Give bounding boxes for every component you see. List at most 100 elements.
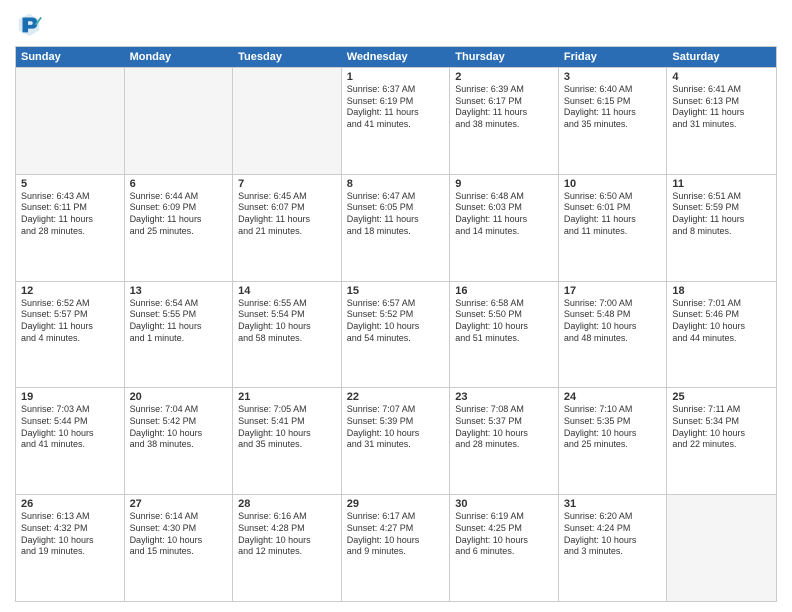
calendar-body: 1Sunrise: 6:37 AM Sunset: 6:19 PM Daylig…: [16, 67, 776, 601]
day-cell: [125, 68, 234, 174]
day-number: 4: [672, 71, 771, 83]
day-cell: 31Sunrise: 6:20 AM Sunset: 4:24 PM Dayli…: [559, 495, 668, 601]
day-info: Sunrise: 6:55 AM Sunset: 5:54 PM Dayligh…: [238, 298, 336, 345]
day-number: 21: [238, 391, 336, 403]
day-info: Sunrise: 6:44 AM Sunset: 6:09 PM Dayligh…: [130, 191, 228, 238]
day-cell: 30Sunrise: 6:19 AM Sunset: 4:25 PM Dayli…: [450, 495, 559, 601]
day-info: Sunrise: 6:39 AM Sunset: 6:17 PM Dayligh…: [455, 84, 553, 131]
day-number: 10: [564, 178, 662, 190]
logo: [15, 10, 47, 38]
day-info: Sunrise: 6:43 AM Sunset: 6:11 PM Dayligh…: [21, 191, 119, 238]
day-number: 9: [455, 178, 553, 190]
day-info: Sunrise: 7:10 AM Sunset: 5:35 PM Dayligh…: [564, 404, 662, 451]
calendar: SundayMondayTuesdayWednesdayThursdayFrid…: [15, 46, 777, 602]
day-info: Sunrise: 6:37 AM Sunset: 6:19 PM Dayligh…: [347, 84, 445, 131]
week-row-4: 19Sunrise: 7:03 AM Sunset: 5:44 PM Dayli…: [16, 387, 776, 494]
day-cell: 24Sunrise: 7:10 AM Sunset: 5:35 PM Dayli…: [559, 388, 668, 494]
day-number: 2: [455, 71, 553, 83]
day-cell: 27Sunrise: 6:14 AM Sunset: 4:30 PM Dayli…: [125, 495, 234, 601]
header: [15, 10, 777, 38]
day-cell: 18Sunrise: 7:01 AM Sunset: 5:46 PM Dayli…: [667, 282, 776, 388]
day-number: 7: [238, 178, 336, 190]
day-number: 18: [672, 285, 771, 297]
day-header-monday: Monday: [125, 47, 234, 67]
day-info: Sunrise: 6:52 AM Sunset: 5:57 PM Dayligh…: [21, 298, 119, 345]
day-number: 16: [455, 285, 553, 297]
day-number: 19: [21, 391, 119, 403]
day-cell: 10Sunrise: 6:50 AM Sunset: 6:01 PM Dayli…: [559, 175, 668, 281]
week-row-3: 12Sunrise: 6:52 AM Sunset: 5:57 PM Dayli…: [16, 281, 776, 388]
day-number: 17: [564, 285, 662, 297]
day-info: Sunrise: 7:07 AM Sunset: 5:39 PM Dayligh…: [347, 404, 445, 451]
day-info: Sunrise: 6:57 AM Sunset: 5:52 PM Dayligh…: [347, 298, 445, 345]
day-cell: 11Sunrise: 6:51 AM Sunset: 5:59 PM Dayli…: [667, 175, 776, 281]
day-header-thursday: Thursday: [450, 47, 559, 67]
day-info: Sunrise: 6:20 AM Sunset: 4:24 PM Dayligh…: [564, 511, 662, 558]
day-header-sunday: Sunday: [16, 47, 125, 67]
day-number: 27: [130, 498, 228, 510]
day-number: 22: [347, 391, 445, 403]
day-number: 24: [564, 391, 662, 403]
day-cell: 3Sunrise: 6:40 AM Sunset: 6:15 PM Daylig…: [559, 68, 668, 174]
day-cell: 19Sunrise: 7:03 AM Sunset: 5:44 PM Dayli…: [16, 388, 125, 494]
day-cell: [233, 68, 342, 174]
day-number: 28: [238, 498, 336, 510]
day-header-saturday: Saturday: [667, 47, 776, 67]
day-cell: 9Sunrise: 6:48 AM Sunset: 6:03 PM Daylig…: [450, 175, 559, 281]
day-info: Sunrise: 6:45 AM Sunset: 6:07 PM Dayligh…: [238, 191, 336, 238]
day-cell: 4Sunrise: 6:41 AM Sunset: 6:13 PM Daylig…: [667, 68, 776, 174]
day-number: 12: [21, 285, 119, 297]
page: SundayMondayTuesdayWednesdayThursdayFrid…: [0, 0, 792, 612]
day-number: 6: [130, 178, 228, 190]
day-info: Sunrise: 6:13 AM Sunset: 4:32 PM Dayligh…: [21, 511, 119, 558]
day-info: Sunrise: 6:16 AM Sunset: 4:28 PM Dayligh…: [238, 511, 336, 558]
day-info: Sunrise: 6:47 AM Sunset: 6:05 PM Dayligh…: [347, 191, 445, 238]
day-number: 26: [21, 498, 119, 510]
day-info: Sunrise: 7:05 AM Sunset: 5:41 PM Dayligh…: [238, 404, 336, 451]
day-number: 1: [347, 71, 445, 83]
logo-icon: [15, 10, 43, 38]
day-cell: 28Sunrise: 6:16 AM Sunset: 4:28 PM Dayli…: [233, 495, 342, 601]
day-number: 29: [347, 498, 445, 510]
day-info: Sunrise: 7:00 AM Sunset: 5:48 PM Dayligh…: [564, 298, 662, 345]
week-row-1: 1Sunrise: 6:37 AM Sunset: 6:19 PM Daylig…: [16, 67, 776, 174]
day-number: 13: [130, 285, 228, 297]
day-cell: [667, 495, 776, 601]
day-number: 3: [564, 71, 662, 83]
day-cell: 13Sunrise: 6:54 AM Sunset: 5:55 PM Dayli…: [125, 282, 234, 388]
day-number: 23: [455, 391, 553, 403]
day-info: Sunrise: 6:40 AM Sunset: 6:15 PM Dayligh…: [564, 84, 662, 131]
day-header-wednesday: Wednesday: [342, 47, 451, 67]
day-number: 15: [347, 285, 445, 297]
day-cell: 20Sunrise: 7:04 AM Sunset: 5:42 PM Dayli…: [125, 388, 234, 494]
day-cell: [16, 68, 125, 174]
day-cell: 29Sunrise: 6:17 AM Sunset: 4:27 PM Dayli…: [342, 495, 451, 601]
day-cell: 25Sunrise: 7:11 AM Sunset: 5:34 PM Dayli…: [667, 388, 776, 494]
day-cell: 22Sunrise: 7:07 AM Sunset: 5:39 PM Dayli…: [342, 388, 451, 494]
day-info: Sunrise: 6:54 AM Sunset: 5:55 PM Dayligh…: [130, 298, 228, 345]
day-cell: 2Sunrise: 6:39 AM Sunset: 6:17 PM Daylig…: [450, 68, 559, 174]
day-cell: 6Sunrise: 6:44 AM Sunset: 6:09 PM Daylig…: [125, 175, 234, 281]
day-number: 8: [347, 178, 445, 190]
day-number: 11: [672, 178, 771, 190]
day-cell: 5Sunrise: 6:43 AM Sunset: 6:11 PM Daylig…: [16, 175, 125, 281]
day-info: Sunrise: 7:01 AM Sunset: 5:46 PM Dayligh…: [672, 298, 771, 345]
day-cell: 26Sunrise: 6:13 AM Sunset: 4:32 PM Dayli…: [16, 495, 125, 601]
day-cell: 1Sunrise: 6:37 AM Sunset: 6:19 PM Daylig…: [342, 68, 451, 174]
day-cell: 8Sunrise: 6:47 AM Sunset: 6:05 PM Daylig…: [342, 175, 451, 281]
day-info: Sunrise: 6:17 AM Sunset: 4:27 PM Dayligh…: [347, 511, 445, 558]
week-row-2: 5Sunrise: 6:43 AM Sunset: 6:11 PM Daylig…: [16, 174, 776, 281]
day-info: Sunrise: 6:48 AM Sunset: 6:03 PM Dayligh…: [455, 191, 553, 238]
day-cell: 16Sunrise: 6:58 AM Sunset: 5:50 PM Dayli…: [450, 282, 559, 388]
day-number: 5: [21, 178, 119, 190]
day-cell: 21Sunrise: 7:05 AM Sunset: 5:41 PM Dayli…: [233, 388, 342, 494]
day-number: 25: [672, 391, 771, 403]
day-info: Sunrise: 7:08 AM Sunset: 5:37 PM Dayligh…: [455, 404, 553, 451]
day-cell: 23Sunrise: 7:08 AM Sunset: 5:37 PM Dayli…: [450, 388, 559, 494]
day-info: Sunrise: 7:11 AM Sunset: 5:34 PM Dayligh…: [672, 404, 771, 451]
day-cell: 15Sunrise: 6:57 AM Sunset: 5:52 PM Dayli…: [342, 282, 451, 388]
day-cell: 17Sunrise: 7:00 AM Sunset: 5:48 PM Dayli…: [559, 282, 668, 388]
day-info: Sunrise: 6:41 AM Sunset: 6:13 PM Dayligh…: [672, 84, 771, 131]
day-cell: 14Sunrise: 6:55 AM Sunset: 5:54 PM Dayli…: [233, 282, 342, 388]
day-info: Sunrise: 6:19 AM Sunset: 4:25 PM Dayligh…: [455, 511, 553, 558]
